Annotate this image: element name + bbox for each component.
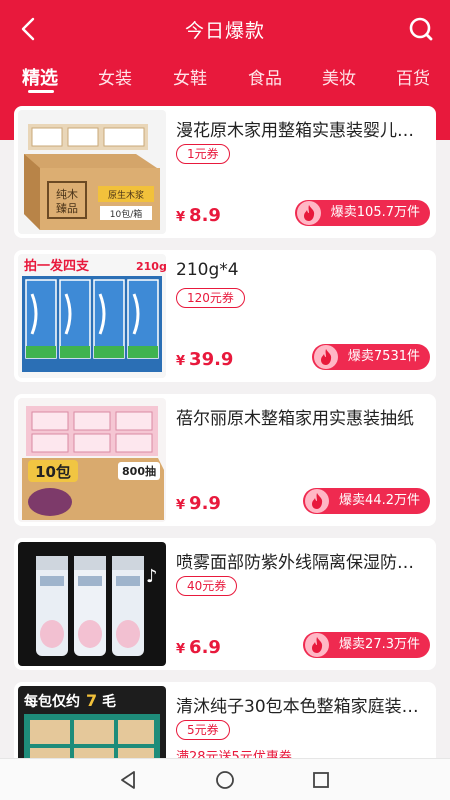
svg-text:毛: 毛	[102, 693, 116, 710]
tab-featured[interactable]: 精选	[22, 64, 58, 90]
system-home-button[interactable]	[212, 767, 238, 793]
tab-womens-clothing[interactable]: 女装	[98, 64, 132, 89]
sales-badge: 爆卖105.7万件	[294, 200, 430, 226]
square-recent-icon	[313, 772, 329, 788]
active-tab-indicator	[28, 90, 54, 93]
tab-womens-shoes[interactable]: 女鞋	[173, 64, 207, 89]
svg-text:7: 7	[86, 691, 97, 710]
system-navigation-bar	[0, 758, 450, 800]
product-title[interactable]: 喷雾面部防紫外线隔离保湿防晒喷雾	[176, 548, 426, 573]
page-title: 今日爆款	[184, 20, 265, 42]
tab-food[interactable]: 食品	[248, 64, 282, 89]
price-value: 39.9	[189, 349, 234, 370]
currency-symbol: ¥	[176, 210, 186, 225]
svg-text:10包: 10包	[35, 463, 71, 481]
sales-badge: 爆卖27.3万件	[303, 632, 430, 658]
product-image: 纯木 臻品 原生木浆 10包/箱	[18, 110, 166, 234]
coupon-badge: 120元券	[176, 288, 245, 308]
sales-badge: 爆卖7531件	[311, 344, 430, 370]
flame-icon	[305, 633, 330, 657]
product-card[interactable]: 每包仅约 7 毛 清沐纯子30包本色整箱家庭装抽纸 5元券 满28元送5元优惠券	[14, 682, 436, 758]
svg-text:♪: ♪	[146, 566, 158, 587]
price-value: 8.9	[189, 205, 221, 226]
system-back-button[interactable]	[116, 767, 142, 793]
svg-text:臻品: 臻品	[56, 201, 78, 215]
coupon-badge: 1元券	[176, 144, 230, 164]
product-image: 10包 800抽	[18, 398, 166, 522]
product-card[interactable]: 拍一发四支 210g 210g*4 120元券 ¥39.9 爆卖7531件	[14, 250, 436, 382]
tab-beauty[interactable]: 美妆	[322, 64, 356, 89]
top-bar: 今日爆款	[0, 0, 450, 58]
sales-count: 爆卖27.3万件	[339, 637, 420, 652]
product-image: 拍一发四支 210g	[18, 254, 166, 378]
product-title[interactable]: 蓓尔丽原木整箱家用实惠装抽纸	[176, 404, 426, 429]
svg-text:原生木浆: 原生木浆	[108, 189, 144, 201]
coupon-badge: 5元券	[176, 720, 230, 740]
coupon-badge: 40元券	[176, 576, 238, 596]
search-icon	[409, 17, 433, 41]
product-title[interactable]: 210g*4	[176, 260, 426, 280]
circle-home-icon	[216, 771, 234, 789]
product-title[interactable]: 清沐纯子30包本色整箱家庭装抽纸	[176, 692, 426, 717]
flame-icon	[305, 489, 330, 513]
product-price: ¥39.9	[176, 349, 233, 370]
sales-count: 爆卖105.7万件	[330, 205, 420, 220]
svg-text:每包仅约: 每包仅约	[24, 693, 80, 710]
product-image: ♪	[18, 542, 166, 666]
category-tabs: 精选 女装 女鞋 食品 美妆 百货	[0, 58, 450, 98]
product-price: ¥8.9	[176, 205, 221, 226]
tab-general-goods[interactable]: 百货	[396, 64, 430, 89]
flame-icon	[296, 201, 321, 225]
product-price: ¥6.9	[176, 637, 221, 658]
svg-text:210g: 210g	[136, 260, 166, 273]
system-recent-apps-button[interactable]	[308, 767, 334, 793]
price-value: 9.9	[189, 493, 221, 514]
promo-text: 满28元送5元优惠券	[176, 750, 292, 758]
product-title[interactable]: 漫花原木家用整箱实惠装婴儿面巾纸	[176, 116, 426, 141]
svg-text:10包/箱: 10包/箱	[110, 208, 143, 220]
product-card[interactable]: 10包 800抽 蓓尔丽原木整箱家用实惠装抽纸 ¥9.9 爆卖44.2万件	[14, 394, 436, 526]
currency-symbol: ¥	[176, 642, 186, 657]
svg-text:纯木: 纯木	[56, 188, 78, 201]
sales-count: 爆卖7531件	[347, 349, 420, 364]
sales-badge: 爆卖44.2万件	[303, 488, 430, 514]
product-price: ¥9.9	[176, 493, 221, 514]
product-image: 每包仅约 7 毛	[18, 686, 166, 758]
flame-icon	[313, 345, 338, 369]
product-card[interactable]: ♪ 喷雾面部防紫外线隔离保湿防晒喷雾 40元券 ¥6.9 爆卖27.3万件	[14, 538, 436, 670]
price-value: 6.9	[189, 637, 221, 658]
product-card[interactable]: 纯木 臻品 原生木浆 10包/箱 漫花原木家用整箱实惠装婴儿面巾纸 1元券 ¥8…	[14, 106, 436, 238]
svg-text:800抽: 800抽	[122, 464, 156, 478]
search-button[interactable]	[406, 14, 436, 44]
sales-count: 爆卖44.2万件	[339, 493, 420, 508]
triangle-back-icon	[121, 771, 135, 789]
svg-text:拍一发四支: 拍一发四支	[24, 258, 90, 274]
product-list[interactable]: 纯木 臻品 原生木浆 10包/箱 漫花原木家用整箱实惠装婴儿面巾纸 1元券 ¥8…	[0, 106, 450, 758]
currency-symbol: ¥	[176, 354, 186, 369]
currency-symbol: ¥	[176, 498, 186, 513]
